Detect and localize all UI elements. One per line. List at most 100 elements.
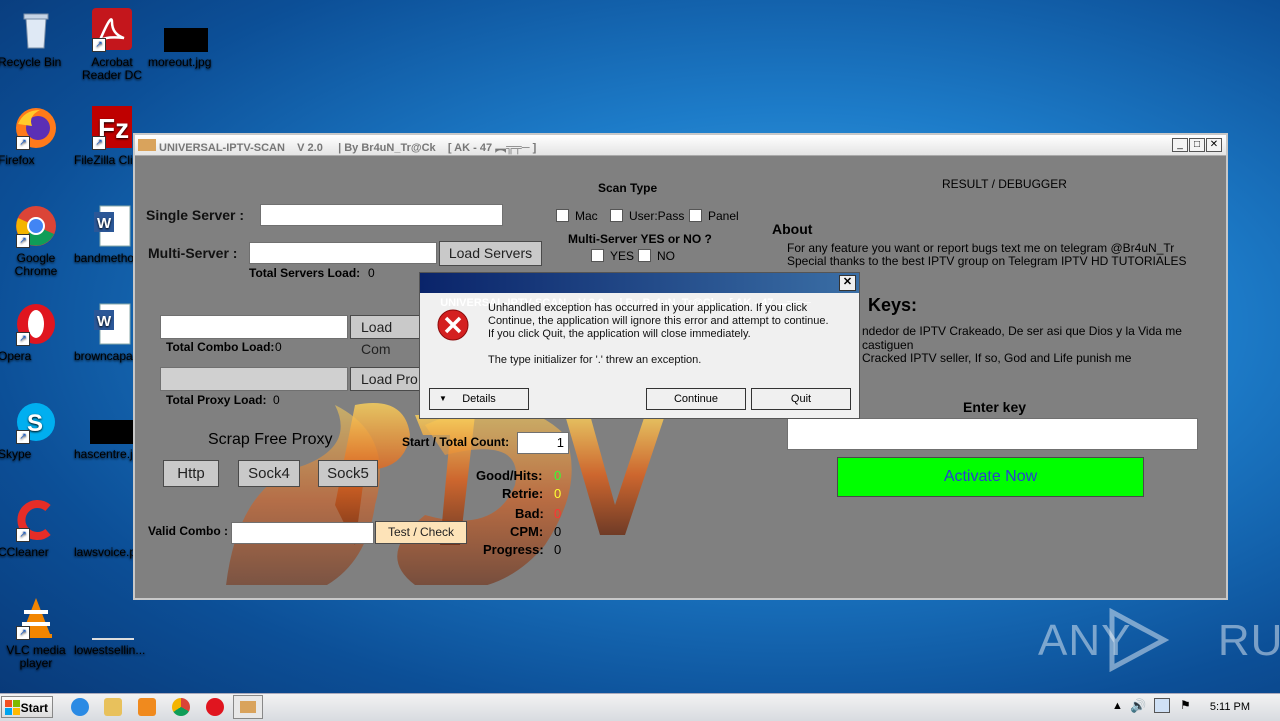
explorer-icon[interactable] [104,698,122,716]
desktop-icon-label: FileZilla Cli [74,153,133,167]
mac-checkbox[interactable] [556,209,569,222]
about-title: About [772,221,813,237]
desktop-icon-firefox[interactable]: ↗ Firefox [0,106,74,167]
valid-combo-label: Valid Combo : [148,524,229,538]
details-button[interactable]: ▼ Details [429,388,529,410]
start-button[interactable]: Start [1,696,53,718]
iptv-app-icon [240,701,256,713]
sock5-button[interactable]: Sock5 [318,460,378,487]
shortcut-arrow-icon: ↗ [92,136,106,150]
start-count-input[interactable]: 1 [517,432,569,454]
single-server-label: Single Server : [146,207,245,223]
word-doc-icon: W [90,302,134,346]
yes-checkbox[interactable] [591,249,604,262]
clock[interactable]: 5:11 PM [1210,701,1250,713]
image-file-icon [90,400,136,444]
filezilla-icon: Fz ↗ [90,106,134,150]
blank-file-icon [90,498,134,542]
shortcut-arrow-icon: ↗ [16,136,30,150]
desktop-icon-recycle-bin[interactable]: Recycle Bin [0,8,74,69]
dialog-close-button[interactable]: ✕ [839,275,856,291]
load-proxy-button[interactable]: Load Pro [350,367,420,391]
desktop-icon-label: lowestsellin... [74,643,146,657]
app-logo-icon [138,139,156,151]
keys-title: Keys: [868,295,918,315]
cpm-value: 0 [554,524,562,539]
desktop-icon-lowestsellin[interactable]: lowestsellin... [74,596,150,657]
retrie-value: 0 [554,486,562,501]
total-proxy-value: 0 [273,393,280,407]
action-center-flag-icon[interactable]: ⚑ [1180,698,1191,712]
vlc-icon: ↗ [14,596,58,640]
start-count-value: 1 [556,435,564,450]
dialog-title-bar[interactable]: UNIVERSAL-IPTV-SCAN V 2.0 | By Br4uN_Tr@… [420,273,859,309]
multi-server-input[interactable] [249,242,437,264]
start-count-label: Start / Total Count: [402,435,510,449]
details-label: Details [462,393,496,405]
maximize-button[interactable]: □ [1189,138,1205,152]
key-input[interactable] [787,418,1198,450]
good-hits-label: Good/Hits: [476,468,543,483]
proxy-input[interactable] [160,367,348,391]
firefox-icon: ↗ [14,106,58,150]
result-debugger-label: RESULT / DEBUGGER [942,177,1067,191]
multi-yesno-label: Multi-Server YES or NO ? [568,232,712,246]
shortcut-arrow-icon: ↗ [16,430,30,444]
valid-combo-input[interactable] [231,522,374,544]
test-check-button[interactable]: Test / Check [375,521,467,544]
chrome-icon[interactable] [172,698,190,716]
minimize-button[interactable]: _ [1172,138,1188,152]
media-player-icon[interactable] [138,698,156,716]
dialog-message: Unhandled exception has occurred in your… [488,302,829,340]
desktop-icon-skype[interactable]: S ↗ Skype [0,400,74,461]
volume-icon[interactable]: 🔊 [1130,698,1146,714]
desktop-icon-chrome[interactable]: ↗ Google Chrome [0,204,74,278]
error-dialog[interactable]: UNIVERSAL-IPTV-SCAN V 2.0 | By Br4uN_Tr@… [419,272,860,419]
ie-icon[interactable] [71,698,89,716]
quit-button[interactable]: Quit [751,388,851,410]
desktop-icon-label: moreout.jpg [148,55,212,69]
panel-label: Panel [708,209,739,223]
network-icon[interactable] [1154,698,1170,713]
http-button[interactable]: Http [163,460,219,487]
enter-key-label: Enter key [963,399,1027,415]
desktop-icon-label: VLC media player [6,643,66,670]
desktop-icon-label: CCleaner [0,545,49,559]
close-button[interactable]: ✕ [1206,138,1222,152]
desktop-icon-vlc[interactable]: ↗ VLC media player [0,596,74,670]
desktop-icon-label: bandmetho [74,251,135,265]
shortcut-arrow-icon: ↗ [16,332,30,346]
activate-now-button[interactable]: Activate Now [837,457,1144,497]
opera-icon: ↗ [14,302,58,346]
no-checkbox[interactable] [638,249,651,262]
shortcut-arrow-icon: ↗ [16,626,30,640]
desktop-icon-opera[interactable]: ↗ Opera [0,302,74,363]
about-line-1: For any feature you want or report bugs … [787,241,1175,255]
watermark-text: ANY RUN [1038,616,1280,665]
scan-type-label: Scan Type [598,181,658,195]
no-label: NO [657,249,675,263]
continue-button[interactable]: Continue [646,388,746,410]
userpass-label: User:Pass [629,209,685,223]
sock4-button[interactable]: Sock4 [238,460,300,487]
title-bar[interactable]: UNIVERSAL-IPTV-SCAN V 2.0 | By Br4uN_Tr@… [135,135,1226,156]
keys-line-1: ndedor de IPTV Crakeado, De ser asi que … [862,324,1182,352]
panel-checkbox[interactable] [689,209,702,222]
userpass-checkbox[interactable] [610,209,623,222]
ccleaner-icon: ↗ [14,498,58,542]
load-combo-button[interactable]: Load Com [350,315,420,357]
desktop-icon-ccleaner[interactable]: ↗ CCleaner [0,498,74,559]
single-server-input[interactable] [260,204,503,226]
combo-input[interactable] [160,315,348,339]
desktop-icon-label: browncapac [74,349,139,363]
word-doc-icon: W [90,204,134,248]
opera-icon[interactable] [206,698,224,716]
good-hits-value: 0 [554,468,562,483]
show-hidden-icons-icon[interactable]: ▲ [1112,700,1123,712]
taskbar-app-iptv-scan[interactable] [233,695,263,719]
desktop-icon-acrobat[interactable]: ↗ Acrobat Reader DC [74,8,150,82]
load-servers-button[interactable]: Load Servers [439,241,542,266]
desktop-icon-moreout[interactable]: moreout.jpg [148,8,224,69]
desktop-icon-label: Recycle Bin [0,55,62,69]
about-line-2: Special thanks to the best IPTV group on… [787,254,1187,268]
